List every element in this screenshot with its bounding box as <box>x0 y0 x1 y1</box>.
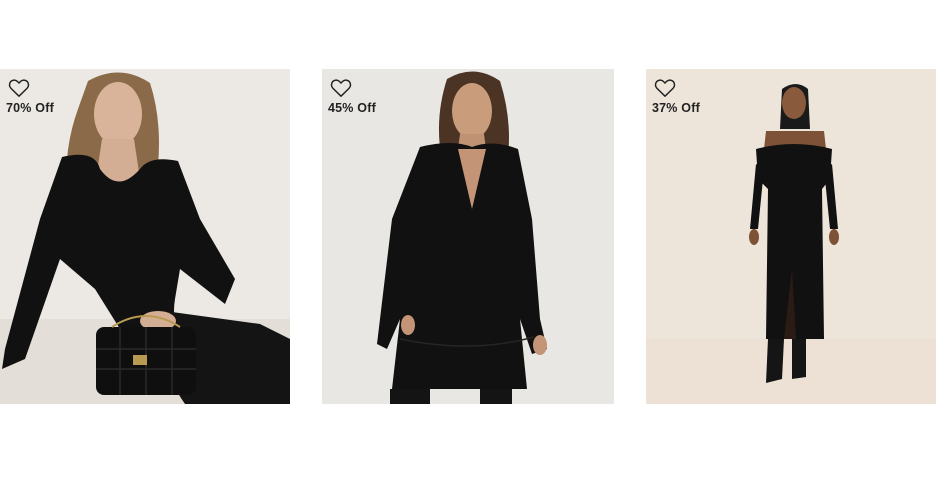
product-card[interactable]: 37% Off <box>646 69 936 404</box>
wishlist-button[interactable] <box>654 78 676 98</box>
heart-outline-icon <box>330 79 352 97</box>
wishlist-button[interactable] <box>330 78 352 98</box>
product-grid: 70% Off 45% Off 37% Off <box>0 69 936 404</box>
heart-outline-icon <box>654 79 676 97</box>
product-image[interactable] <box>0 69 290 404</box>
discount-badge: 45% Off <box>328 101 376 115</box>
discount-badge: 37% Off <box>652 101 700 115</box>
product-card[interactable]: 45% Off <box>322 69 614 404</box>
product-image[interactable] <box>322 69 614 404</box>
product-card[interactable]: 70% Off <box>0 69 290 404</box>
heart-outline-icon <box>8 79 30 97</box>
discount-badge: 70% Off <box>6 101 54 115</box>
wishlist-button[interactable] <box>8 78 30 98</box>
product-image[interactable] <box>646 69 936 404</box>
